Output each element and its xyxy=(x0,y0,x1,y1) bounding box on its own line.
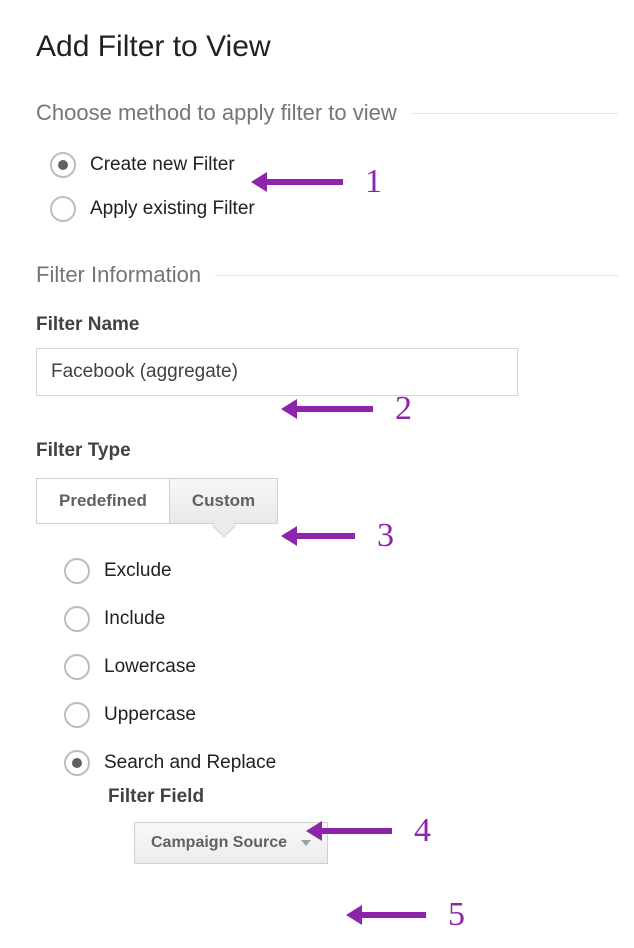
radio-icon xyxy=(64,558,90,584)
radio-exclude[interactable]: Exclude xyxy=(64,558,618,584)
section-info-title: Filter Information xyxy=(36,262,215,288)
radio-icon xyxy=(50,196,76,222)
filter-field-label: Filter Field xyxy=(108,786,618,808)
radio-label: Create new Filter xyxy=(90,154,235,176)
section-method-title: Choose method to apply filter to view xyxy=(36,100,411,126)
filter-field-dropdown[interactable]: Campaign Source xyxy=(134,822,328,864)
radio-lowercase[interactable]: Lowercase xyxy=(64,654,618,680)
radio-icon xyxy=(64,606,90,632)
divider xyxy=(215,275,618,276)
section-method-header: Choose method to apply filter to view xyxy=(36,100,618,126)
filter-type-tabbar: Predefined Custom xyxy=(36,478,618,524)
filter-name-label: Filter Name xyxy=(36,314,618,336)
radio-uppercase[interactable]: Uppercase xyxy=(64,702,618,728)
radio-apply-existing-filter[interactable]: Apply existing Filter xyxy=(50,196,618,222)
filter-type-label: Filter Type xyxy=(36,440,618,462)
radio-label: Search and Replace xyxy=(104,752,276,774)
tab-custom[interactable]: Custom xyxy=(169,478,278,524)
custom-filter-options: Exclude Include Lowercase Uppercase Sear… xyxy=(50,558,618,864)
annotation-number: 5 xyxy=(448,898,465,932)
radio-label: Include xyxy=(104,608,165,630)
chevron-down-icon xyxy=(301,840,311,846)
section-info-header: Filter Information xyxy=(36,262,618,288)
radio-icon xyxy=(64,654,90,680)
page-title: Add Filter to View xyxy=(36,30,618,64)
radio-icon xyxy=(64,750,90,776)
radio-label: Exclude xyxy=(104,560,172,582)
radio-icon xyxy=(50,152,76,178)
annotation-5: 5 xyxy=(360,898,465,932)
radio-include[interactable]: Include xyxy=(64,606,618,632)
filter-name-input[interactable] xyxy=(36,348,518,396)
radio-create-new-filter[interactable]: Create new Filter xyxy=(50,152,618,178)
radio-search-and-replace[interactable]: Search and Replace xyxy=(64,750,618,776)
radio-icon xyxy=(64,702,90,728)
tab-predefined[interactable]: Predefined xyxy=(36,478,170,524)
radio-label: Lowercase xyxy=(104,656,196,678)
divider xyxy=(411,113,618,114)
radio-label: Uppercase xyxy=(104,704,196,726)
dropdown-value: Campaign Source xyxy=(151,834,287,852)
radio-label: Apply existing Filter xyxy=(90,198,255,220)
